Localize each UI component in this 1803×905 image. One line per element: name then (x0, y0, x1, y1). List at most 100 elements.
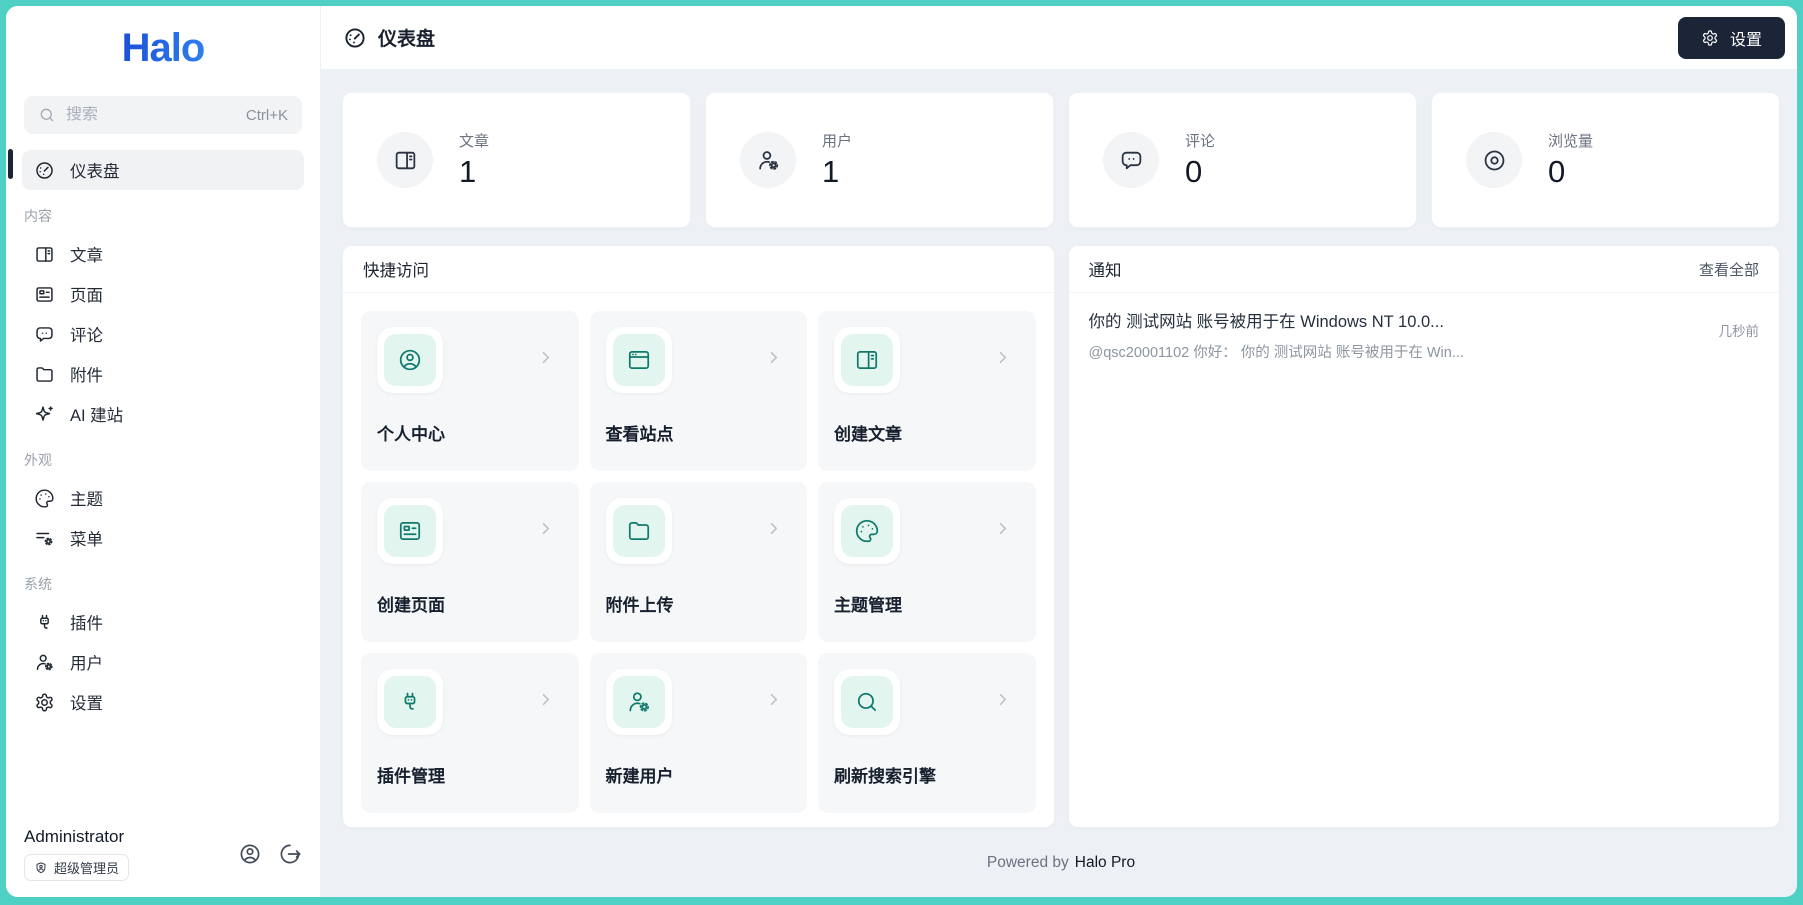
stat-label: 浏览量 (1548, 133, 1594, 150)
pages-icon (34, 284, 55, 305)
chevron-right-icon (536, 519, 555, 538)
posts-icon (854, 347, 880, 373)
sidebar-item-users[interactable]: 用户 (22, 642, 304, 682)
stat-icon-wrap (1103, 132, 1159, 188)
section-label-appearance: 外观 (24, 452, 52, 468)
quick-access-title: 快捷访问 (363, 262, 429, 280)
tile-label: 创建文章 (834, 425, 902, 444)
stat-texts: 评论 0 (1185, 130, 1215, 190)
tile-create-page[interactable]: 创建页面 (361, 482, 579, 642)
sidebar-item-posts[interactable]: 文章 (22, 234, 304, 274)
stat-label: 文章 (459, 133, 490, 150)
tile-label: 主题管理 (834, 596, 902, 615)
view-all-link[interactable]: 查看全部 (1699, 259, 1759, 280)
chevron-right-icon (993, 348, 1012, 367)
sidebar-item-menus[interactable]: 菜单 (22, 518, 304, 558)
role-badge: 超级管理员 (24, 854, 130, 881)
sidebar: Halo Ctrl+K 仪表盘 内容 文章 页面 评论 (6, 6, 321, 897)
tile-label: 附件上传 (605, 596, 674, 615)
sidebar-item-settings[interactable]: 设置 (22, 682, 304, 722)
stat-icon-wrap (1466, 132, 1522, 188)
quick-access-panel: 快捷访问 个人中心 查看站点 创建文章 创建页面 附件上传 主题管理 插件管理 … (342, 245, 1055, 828)
quick-access-grid: 个人中心 查看站点 创建文章 创建页面 附件上传 主题管理 插件管理 新建用户 … (343, 293, 1054, 827)
notification-time: 几秒前 (1718, 324, 1760, 339)
menu-gear-icon (34, 528, 55, 549)
stat-label: 评论 (1185, 133, 1216, 150)
search-icon (854, 689, 880, 715)
tile-view-site[interactable]: 查看站点 (589, 311, 807, 471)
gear-icon (1701, 29, 1719, 47)
tile-plugin-management[interactable]: 插件管理 (361, 653, 579, 813)
tile-label: 刷新搜索引擎 (834, 767, 936, 786)
tile-theme-management[interactable]: 主题管理 (818, 482, 1036, 642)
tile-new-user[interactable]: 新建用户 (589, 653, 807, 813)
active-item-indicator (8, 149, 13, 179)
chevron-right-icon (993, 519, 1012, 538)
folder-icon (626, 518, 652, 544)
tile-profile-center[interactable]: 个人中心 (361, 311, 579, 471)
main-area: 仪表盘 设置 文章 1 用户 1 评论 0 浏览量 0 快捷访问 个人中心 查看… (321, 6, 1797, 897)
tile-label: 插件管理 (377, 767, 445, 786)
sidebar-item-label: 主题 (70, 491, 103, 509)
chevron-right-icon (764, 690, 783, 709)
page-title: 仪表盘 (343, 24, 435, 51)
tile-upload-attachment[interactable]: 附件上传 (589, 482, 807, 642)
chevron-right-icon (764, 519, 783, 538)
sidebar-item-ai-builder[interactable]: 主题 AI 建站 (22, 394, 304, 434)
stat-texts: 浏览量 0 (1548, 130, 1593, 190)
search-input-box[interactable]: Ctrl+K (24, 96, 302, 134)
sidebar-item-themes[interactable]: 主题 (22, 478, 304, 518)
tile-label: 查看站点 (605, 425, 674, 444)
plug-icon (397, 689, 423, 715)
sidebar-item-label: 用户 (70, 655, 103, 673)
sidebar-item-comments[interactable]: 评论 (22, 314, 304, 354)
folder-icon (34, 364, 55, 385)
stat-card-posts[interactable]: 文章 1 (342, 92, 691, 228)
sparkles-icon (34, 404, 55, 425)
chevron-right-icon (764, 348, 783, 367)
sidebar-item-label: 附件 (70, 367, 103, 385)
pages-icon (397, 518, 423, 544)
user-circle-icon[interactable] (238, 842, 262, 866)
stat-icon-wrap (377, 132, 433, 188)
notification-item[interactable]: 你的 测试网站 账号被用于在 Windows NT 10.0... @qsc20… (1069, 293, 1780, 377)
sidebar-item-label: 文章 (70, 247, 103, 265)
sidebar-item-plugins[interactable]: 插件 (22, 602, 304, 642)
sidebar-item-label: 插件 (70, 615, 103, 633)
stats-row: 文章 1 用户 1 评论 0 浏览量 0 (342, 92, 1780, 228)
dashboard-settings-button[interactable]: 设置 (1677, 16, 1785, 59)
search-input[interactable] (66, 106, 236, 124)
notifications-panel: 通知 查看全部 你的 测试网站 账号被用于在 Windows NT 10.0..… (1067, 245, 1780, 828)
tile-label: 个人中心 (377, 425, 445, 444)
comment-icon (1119, 148, 1144, 173)
plug-icon (34, 612, 55, 633)
sidebar-item-dashboard[interactable]: 仪表盘 (22, 150, 304, 190)
stat-card-comments[interactable]: 评论 0 (1068, 92, 1417, 228)
page-title-text: 仪表盘 (378, 29, 436, 50)
sidebar-item-label: 设置 (70, 695, 103, 713)
sidebar-item-pages[interactable]: 页面 (22, 274, 304, 314)
sidebar-nav: 仪表盘 内容 文章 页面 评论 附件 主题 AI 建站 (6, 134, 320, 815)
eye-icon (1482, 148, 1507, 173)
stat-value: 0 (1548, 154, 1566, 189)
sidebar-item-label: 评论 (70, 327, 103, 345)
main-header: 仪表盘 设置 (321, 6, 1797, 70)
halo-logo[interactable]: Halo (122, 26, 206, 71)
sidebar-item-attachments[interactable]: 附件 (22, 354, 304, 394)
tile-create-post[interactable]: 创建文章 (818, 311, 1036, 471)
browser-icon (626, 347, 652, 373)
chevron-right-icon (536, 348, 555, 367)
notification-texts: 你的 测试网站 账号被用于在 Windows NT 10.0... @qsc20… (1089, 308, 1703, 362)
gear-icon (34, 692, 55, 713)
palette-icon (854, 518, 880, 544)
posts-icon (393, 148, 418, 173)
user-actions (238, 842, 302, 866)
notifications-header: 通知 查看全部 (1068, 246, 1779, 293)
tile-refresh-search-engine[interactable]: 刷新搜索引擎 (818, 653, 1036, 813)
stat-card-users[interactable]: 用户 1 (705, 92, 1054, 228)
notification-title: 你的 测试网站 账号被用于在 Windows NT 10.0... (1088, 313, 1444, 331)
halo-pro-link[interactable]: Halo Pro (1075, 854, 1135, 872)
search-icon (38, 106, 56, 124)
logout-icon[interactable] (278, 842, 302, 866)
stat-card-views[interactable]: 浏览量 0 (1431, 92, 1780, 228)
